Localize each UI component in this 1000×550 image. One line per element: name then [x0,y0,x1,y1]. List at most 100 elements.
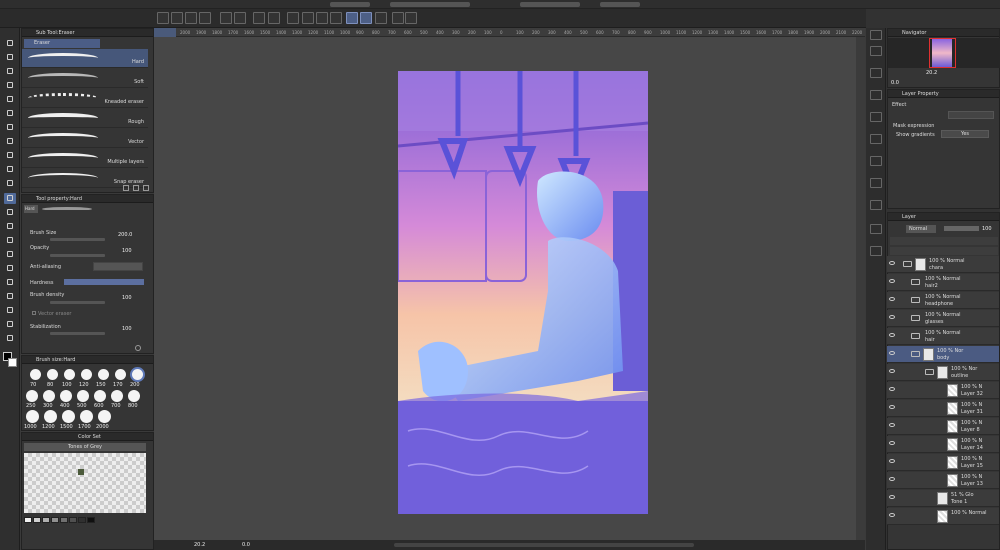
decoration-tool-icon[interactable] [4,164,16,175]
color-swatch[interactable] [69,517,77,523]
zoom-value[interactable]: 20.2 [194,542,205,548]
redo-icon[interactable] [234,12,246,24]
size-dot[interactable] [81,369,92,380]
layer-row[interactable]: 100 % N Layer 13 [887,472,999,489]
eye-icon[interactable] [889,333,895,337]
save-icon[interactable] [185,12,197,24]
layer-row[interactable]: 100 % N Layer 8 [887,418,999,435]
hardness-selector[interactable] [64,279,144,285]
antialias-selector[interactable] [93,262,143,271]
size-dot[interactable] [98,369,109,380]
panel-icon[interactable] [870,90,882,100]
panel-icon[interactable] [870,224,882,234]
panel-icon[interactable] [870,178,882,188]
size-dot[interactable] [26,410,39,423]
select-icon[interactable] [268,12,280,24]
opacity-value[interactable]: 100 [122,248,132,254]
gradients-select[interactable]: Yes [941,130,989,138]
color-set-select[interactable]: Tones of Grey [24,443,146,451]
density-value[interactable]: 100 [122,295,132,301]
stabilize-icon[interactable] [375,12,387,24]
gradient-tool-icon[interactable] [4,235,16,246]
layer-row[interactable]: 100 % N Layer 31 [887,400,999,417]
panel-icon[interactable] [870,46,882,56]
frame-tool-icon[interactable] [4,263,16,274]
layer-opacity-slider[interactable] [944,226,979,231]
layer-row[interactable]: 100 % Normal hair2 [887,274,999,291]
color-swatch[interactable] [60,517,68,523]
fill-icon[interactable] [302,12,314,24]
zoom-tool-icon[interactable] [4,38,16,49]
navigator-panel-icon[interactable] [870,30,882,40]
panel-icon[interactable] [870,246,882,256]
brush-size-slider[interactable] [50,238,105,241]
color-grid[interactable] [24,453,146,513]
size-dot[interactable] [30,369,41,380]
eye-icon[interactable] [889,351,895,355]
layer-row[interactable]: 100 % N Layer 32 [887,382,999,399]
size-dot[interactable] [80,410,93,423]
artwork-canvas[interactable] [398,71,648,514]
eyedropper-icon[interactable] [4,94,16,105]
subtool-item[interactable]: Snap eraser [22,169,148,188]
layer-row[interactable]: 100 % Normal hair [887,328,999,345]
navigator-view[interactable] [888,38,1000,68]
panel-icon[interactable] [870,134,882,144]
effect-buttons[interactable] [948,111,994,119]
brush-size-value[interactable]: 200.0 [118,232,132,238]
angle-value[interactable]: 0.0 [242,542,250,548]
size-dot[interactable] [98,410,111,423]
auto-select-icon[interactable] [4,80,16,91]
transform-icon[interactable] [253,12,265,24]
vertical-scrollbar[interactable] [856,37,865,540]
layer-row[interactable]: 100 % Normal glasses [887,310,999,327]
eye-icon[interactable] [889,459,895,463]
size-dot[interactable] [62,410,75,423]
eye-icon[interactable] [889,297,895,301]
document-tab[interactable] [154,28,176,37]
eye-icon[interactable] [889,477,895,481]
layer-row[interactable]: 100 % Nor body [887,346,999,363]
subtool-item[interactable]: Hard [22,49,148,68]
navigator-angle[interactable]: 0.0 [891,80,899,86]
ruler-icon[interactable] [330,12,342,24]
subtool-group-tab[interactable]: Eraser [24,39,100,48]
size-dot[interactable] [44,410,57,423]
eraser-tool-icon[interactable] [4,193,16,204]
size-dot[interactable] [26,390,38,402]
layer-row[interactable]: 100 % Normal chara [887,256,999,273]
new-icon[interactable] [157,12,169,24]
blend-tool-icon[interactable] [4,207,16,218]
eye-icon[interactable] [889,261,895,265]
panel-icon[interactable] [870,68,882,78]
pencil-tool-icon[interactable] [4,122,16,133]
stabilization-value[interactable]: 100 [122,326,132,332]
text-tool-icon[interactable] [4,305,16,316]
delete-subtool-icon[interactable] [143,185,149,191]
size-dot[interactable] [64,369,75,380]
color-swatch[interactable] [51,517,59,523]
panel-icon[interactable] [870,200,882,210]
move-tool-icon[interactable] [4,52,16,63]
figure-tool-icon[interactable] [4,249,16,260]
airbrush-tool-icon[interactable] [4,150,16,161]
snap-icon[interactable] [346,12,358,24]
color-swatch[interactable] [87,517,95,523]
operation-tool-icon[interactable] [4,291,16,302]
brush-tool-icon[interactable] [4,136,16,147]
export-icon[interactable] [199,12,211,24]
layer-row[interactable]: 100 % N Layer 14 [887,436,999,453]
pen-icon[interactable] [360,12,372,24]
mirror-icon[interactable] [392,12,404,24]
print-icon[interactable] [405,12,417,24]
subtool-item[interactable]: Kneaded eraser [22,89,148,108]
copy-subtool-icon[interactable] [123,185,129,191]
size-dot[interactable] [77,390,89,402]
fill-tool-icon[interactable] [4,221,16,232]
pen-alt-icon[interactable] [4,178,16,189]
open-icon[interactable] [171,12,183,24]
blend-mode-select[interactable]: Normal [906,225,936,233]
color-swatch[interactable] [78,517,86,523]
undo-icon[interactable] [220,12,232,24]
layer-tools-row[interactable] [890,237,998,245]
